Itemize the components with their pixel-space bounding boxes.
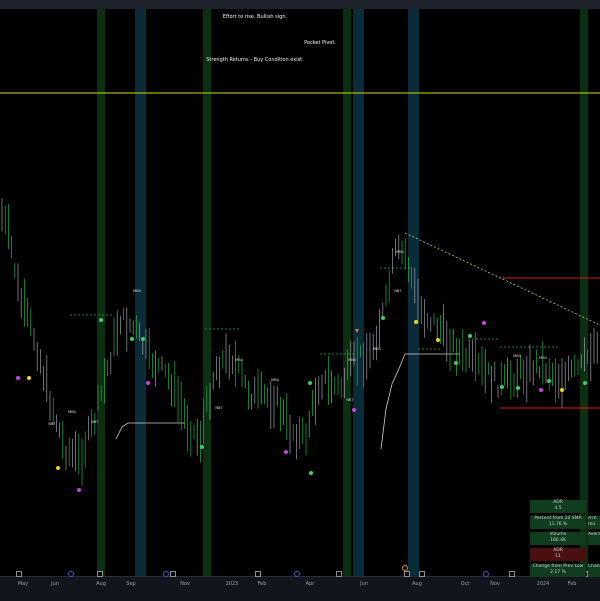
stat-adr2-cell: ADR 11 xyxy=(530,548,586,561)
signal-dot xyxy=(16,376,20,380)
signal-dot xyxy=(99,318,103,322)
x-tick-label: 2024 xyxy=(536,581,550,587)
signal-label: MB4 xyxy=(396,250,404,254)
dividend-event-icon[interactable] xyxy=(163,571,169,577)
stat-average-cell: Avera xyxy=(588,532,600,545)
signal-label: MB4 xyxy=(513,354,521,358)
stat-volume-cell: Volume 180.4K xyxy=(530,532,586,545)
signal-label: MB4 xyxy=(235,358,243,362)
earnings-box-icon[interactable] xyxy=(255,571,261,577)
stat-sma-cell: Percent from 20 SMA 11.76 % xyxy=(530,516,586,529)
signal-label: MB4 xyxy=(539,356,547,360)
trendline xyxy=(404,232,600,326)
x-tick-label: Nov xyxy=(490,581,500,587)
green-highlight-band xyxy=(203,9,211,576)
signal-dot xyxy=(516,386,520,390)
signal-dot xyxy=(77,488,81,492)
time-axis[interactable]: May Jun Aug Sep Nov 2023 Feb Apr Jun Aug… xyxy=(0,576,600,601)
earnings-box-icon[interactable] xyxy=(97,571,103,577)
stat-value: 4.5 xyxy=(554,505,562,511)
x-tick-label: Feb xyxy=(257,581,267,587)
x-tick-label: Apr xyxy=(305,581,315,587)
signal-dot xyxy=(146,381,150,385)
x-tick-label: Jun xyxy=(51,581,59,587)
dividend-event-icon[interactable] xyxy=(294,571,300,577)
stat-label: Change from Prev Low xyxy=(532,564,584,569)
stat-chang-cell: Chang xyxy=(588,564,600,577)
signal-dot xyxy=(141,337,145,341)
signal-dot xyxy=(130,337,134,341)
blue-highlight-band xyxy=(408,9,419,576)
price-chart[interactable]: MB4 NB7 MB4 MB4 MB4 MB4 MB4 MB4 NB7 NB7 NB7 MB4 MB4 N… xyxy=(0,9,600,576)
signal-label: NB7 xyxy=(48,422,55,426)
signal-dot xyxy=(308,381,312,385)
stat-value: 180.4K xyxy=(550,537,566,543)
stat-label: Chang xyxy=(588,564,600,569)
moving-average-line xyxy=(115,422,185,440)
signal-label: NB7 xyxy=(215,406,222,410)
annotation-pocket-pivot: Pocket Pivot. xyxy=(304,40,336,46)
dividend-event-icon[interactable] xyxy=(68,571,74,577)
earnings-box-icon[interactable] xyxy=(336,571,342,577)
signal-dot xyxy=(454,361,458,365)
signal-dot xyxy=(539,388,543,392)
signal-label: MB4 xyxy=(348,358,356,362)
stat-label: ATR mu xyxy=(588,516,597,527)
blue-highlight-band xyxy=(353,9,364,576)
signal-label: NB7 xyxy=(394,289,401,293)
green-highlight-band xyxy=(580,9,588,576)
signal-dot xyxy=(583,381,587,385)
annotation-strength: Strength Returns - Buy Condition exist. xyxy=(206,57,304,63)
signal-dot xyxy=(468,334,472,338)
stat-adr-cell: ADR 4.5 xyxy=(530,500,586,513)
signal-dot xyxy=(200,445,204,449)
x-tick-label: Jun xyxy=(360,581,368,587)
x-tick-label: May xyxy=(17,581,29,587)
moving-average-line xyxy=(380,353,460,450)
stat-value: 11.76 % xyxy=(548,521,568,527)
signal-label: NB7 xyxy=(346,398,353,402)
green-highlight-band xyxy=(343,9,351,576)
stat-label: Percent from 20 SMA xyxy=(534,516,582,521)
signal-label: MB4 xyxy=(271,378,279,382)
x-tick-label: Nov xyxy=(180,581,190,587)
signal-label: MB4 xyxy=(68,410,76,414)
signal-dot xyxy=(547,379,551,383)
signal-label: NB7 xyxy=(91,420,98,424)
signal-dot xyxy=(352,408,356,412)
stat-atr-cell: ATR mu xyxy=(588,516,600,529)
green-highlight-band xyxy=(97,9,105,576)
earnings-box-icon[interactable] xyxy=(419,571,425,577)
earnings-box-icon[interactable] xyxy=(509,571,515,577)
signal-label: MB4 xyxy=(133,289,141,293)
x-tick-label: Aug xyxy=(96,581,106,587)
signal-dot xyxy=(381,316,385,320)
earnings-box-icon[interactable] xyxy=(16,571,22,577)
signal-dot xyxy=(284,450,288,454)
x-tick-label: Sep xyxy=(126,581,136,587)
x-tick-label: 2023 xyxy=(225,581,239,587)
signal-dot xyxy=(56,466,60,470)
signal-dot xyxy=(414,320,418,324)
x-tick-label: Oct xyxy=(460,581,470,587)
signal-dot xyxy=(436,338,440,342)
stat-change-cell: Change from Prev Low 2.17 % xyxy=(530,564,586,577)
x-tick-label: Aug xyxy=(412,581,422,587)
stat-label: Avera xyxy=(588,532,600,537)
signal-dot xyxy=(309,471,313,475)
stat-value: 11 xyxy=(555,553,561,559)
x-tick-label: Feb xyxy=(567,581,577,587)
top-toolbar-strip xyxy=(0,0,600,9)
earnings-box-icon[interactable] xyxy=(170,571,176,577)
dividend-event-icon[interactable] xyxy=(483,571,489,577)
signal-dot xyxy=(560,388,564,392)
signal-label: MB4 xyxy=(373,347,381,351)
annotation-effort: Effort to rise. Bullish sign. xyxy=(222,14,288,20)
signal-dot xyxy=(482,321,486,325)
earnings-box-icon[interactable] xyxy=(404,571,410,577)
stat-value: 2.17 % xyxy=(550,569,566,575)
signal-dot xyxy=(500,385,504,389)
signal-dot xyxy=(27,376,31,380)
